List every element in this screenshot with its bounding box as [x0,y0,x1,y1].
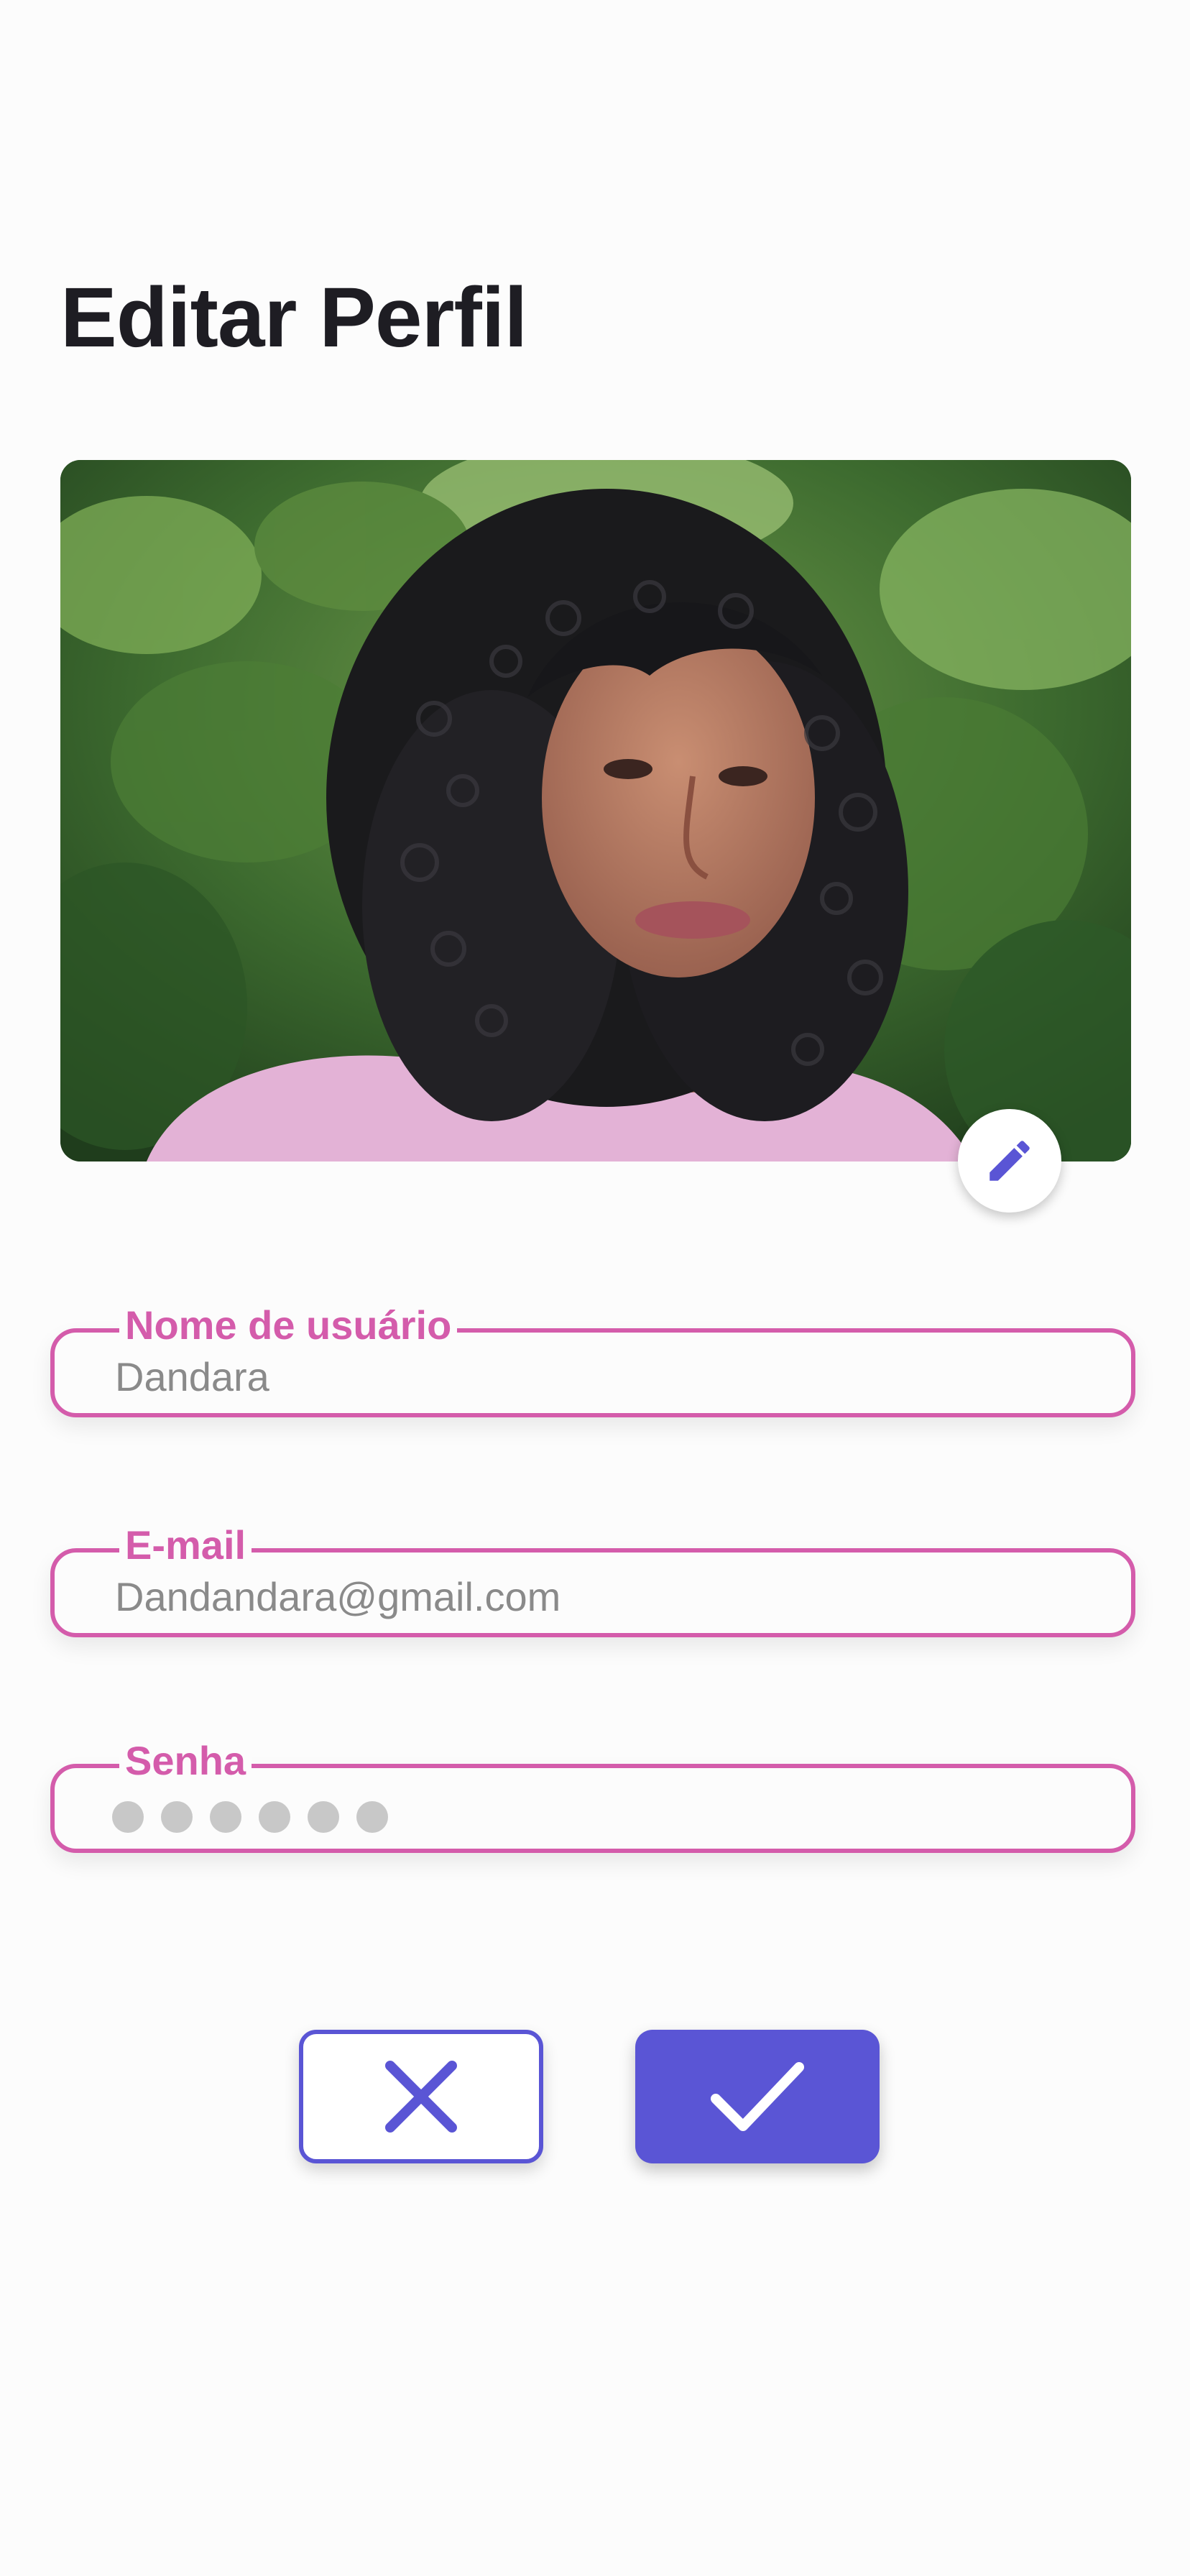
profile-photo-image [60,460,1131,1162]
password-input[interactable] [112,1801,388,1833]
check-icon [711,2062,804,2131]
password-mask-dot [259,1801,290,1833]
password-mask-dot [112,1801,144,1833]
password-mask-dot [308,1801,339,1833]
password-mask-dot [161,1801,193,1833]
email-field[interactable]: E-mail Dandandara@gmail.com [50,1521,1135,1637]
edit-photo-button[interactable] [958,1109,1061,1213]
close-icon [385,2061,457,2133]
password-mask-dot [210,1801,241,1833]
password-label: Senha [119,1736,252,1785]
confirm-button[interactable] [635,2030,880,2163]
profile-photo [60,460,1131,1162]
password-mask-dot [356,1801,388,1833]
cancel-button[interactable] [299,2030,543,2163]
email-label: E-mail [119,1521,252,1570]
pencil-icon [990,1141,1030,1181]
username-field[interactable]: Nome de usuário Dandara [50,1301,1135,1417]
username-input[interactable]: Dandara [115,1350,1107,1404]
password-field[interactable]: Senha [50,1736,1135,1853]
page-title: Editar Perfil [60,270,527,365]
username-label: Nome de usuário [119,1301,458,1350]
email-input[interactable]: Dandandara@gmail.com [115,1570,1107,1624]
